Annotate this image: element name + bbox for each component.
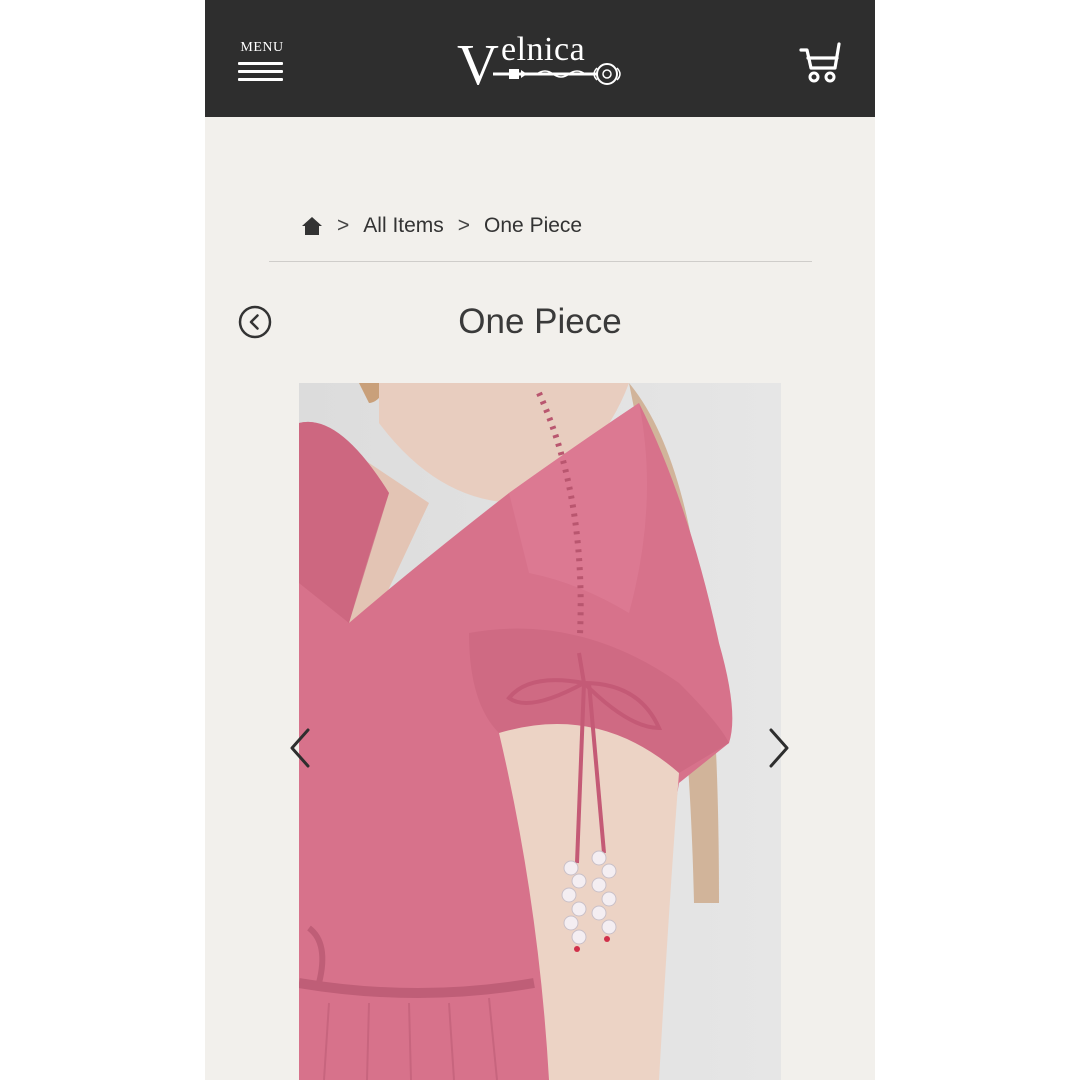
carousel-next-button[interactable] xyxy=(765,727,793,769)
product-image-carousel[interactable] xyxy=(299,383,781,1080)
home-icon[interactable] xyxy=(301,216,323,236)
breadcrumb-one-piece[interactable]: One Piece xyxy=(484,214,582,238)
cart-icon xyxy=(799,42,841,83)
breadcrumb-separator: > xyxy=(457,214,471,237)
logo-text: elnica xyxy=(501,31,586,68)
breadcrumb-all-items[interactable]: All Items xyxy=(363,214,444,238)
chevron-left-icon xyxy=(290,728,310,768)
brand-logo[interactable]: V elnica xyxy=(457,28,627,97)
logo-initial: V xyxy=(457,32,499,92)
breadcrumb-separator: > xyxy=(337,214,350,237)
top-header: MENU V elnica xyxy=(205,0,875,117)
carousel-prev-button[interactable] xyxy=(286,727,314,769)
hamburger-icon xyxy=(238,62,284,81)
product-photo xyxy=(299,383,781,1080)
breadcrumb: > All Items > One Piece xyxy=(301,210,582,242)
app-screen: MENU V elnica > All Items > One Piece On… xyxy=(205,0,875,1080)
menu-button[interactable]: MENU xyxy=(238,40,286,84)
breadcrumb-divider xyxy=(269,261,812,262)
page-title: One Piece xyxy=(458,302,622,341)
cart-button[interactable] xyxy=(799,40,843,84)
chevron-right-icon xyxy=(769,728,789,768)
menu-label: MENU xyxy=(240,40,284,55)
